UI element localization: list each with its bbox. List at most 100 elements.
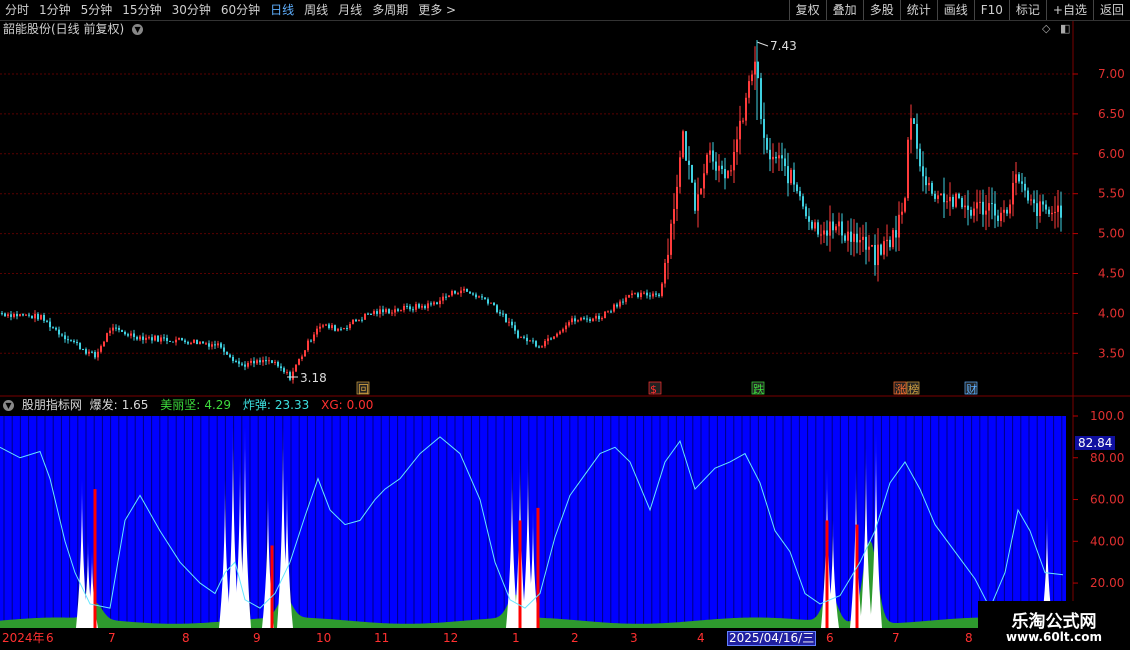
indicator-name: 股朋指标网	[21, 398, 82, 412]
candle-body	[961, 198, 963, 208]
candle-body	[145, 337, 147, 340]
candle-body	[1000, 212, 1002, 221]
candle-body	[862, 236, 864, 240]
candle-body	[169, 340, 171, 342]
candle-body	[124, 331, 126, 335]
candle-body	[226, 351, 228, 355]
stock-chart[interactable]: 7.43 3.18 回 $ 跌 涨榜 财 7.00 6.50 6.00 5.50 5.00 4.50…	[0, 0, 1130, 650]
candle-body	[469, 291, 471, 294]
candle-body	[451, 291, 453, 296]
candle-body	[166, 337, 168, 341]
candle-body	[598, 315, 600, 320]
candle-body	[394, 309, 396, 313]
candle-body	[1009, 204, 1011, 214]
candle-body	[952, 196, 954, 207]
chevron-down-icon[interactable]: ▼	[3, 400, 14, 411]
candle-body	[559, 331, 561, 334]
candle-body	[388, 309, 390, 314]
candle-body	[583, 317, 585, 319]
candle-body	[916, 123, 918, 149]
candle-body	[301, 356, 303, 360]
candle-body	[574, 318, 576, 322]
candle-body	[850, 231, 852, 242]
candle-body	[421, 305, 423, 308]
x-axis-label: 6	[826, 631, 834, 645]
candle-body	[772, 156, 774, 160]
candle-body	[700, 188, 702, 195]
candle-body	[853, 233, 855, 242]
xg-signal-bar	[270, 545, 274, 628]
candle-body	[973, 208, 975, 216]
candle-body	[10, 314, 12, 317]
candle-body	[46, 320, 48, 322]
candle-body	[703, 173, 705, 189]
candle-body	[295, 364, 297, 372]
candle-body	[838, 221, 840, 227]
candle-body	[949, 196, 951, 202]
candle-body	[286, 372, 288, 374]
x-axis-label: 8	[182, 631, 190, 645]
candle-body	[928, 182, 930, 186]
event-marker: 回	[358, 383, 369, 396]
candle-body	[370, 313, 372, 315]
indicator-meili: 美丽坚: 4.29	[160, 398, 232, 412]
candle-body	[631, 293, 633, 296]
candle-body	[529, 340, 531, 342]
candle-body	[592, 318, 594, 321]
candle-body	[1057, 205, 1059, 212]
candle-body	[568, 322, 570, 326]
candle-body	[508, 321, 510, 323]
candle-body	[142, 336, 144, 340]
candle-body	[268, 360, 270, 362]
candle-body	[139, 336, 141, 340]
price-tick-label: 4.00	[1098, 306, 1125, 320]
candle-body	[1027, 190, 1029, 201]
candle-body	[841, 221, 843, 236]
candle-body	[106, 333, 108, 342]
candle-body	[490, 302, 492, 304]
candle-body	[202, 341, 204, 344]
candle-body	[130, 333, 132, 336]
indicator-header: ▼ 股朋指标网 爆发: 1.65 美丽坚: 4.29 炸弹: 23.33 XG: 0.0…	[0, 397, 381, 414]
candle-body	[697, 194, 699, 211]
x-axis-label: 1	[512, 631, 520, 645]
candle-body	[175, 339, 177, 343]
candle-body	[244, 364, 246, 367]
candle-body	[610, 311, 612, 313]
candle-body	[325, 324, 327, 326]
candle-body	[436, 302, 438, 305]
candle-body	[235, 360, 237, 362]
candle-body	[682, 131, 684, 158]
xg-signal-bar	[518, 520, 522, 628]
candle-body	[121, 329, 123, 332]
candle-body	[358, 319, 360, 322]
candle-body	[913, 118, 915, 124]
candle-body	[424, 305, 426, 309]
event-marker: $	[650, 383, 657, 396]
candle-body	[724, 169, 726, 179]
candle-body	[532, 340, 534, 342]
candle-body	[748, 81, 750, 98]
candle-body	[76, 341, 78, 344]
candle-body	[499, 312, 501, 314]
candle-body	[85, 349, 87, 354]
candle-body	[706, 154, 708, 174]
price-tick-label: 6.00	[1098, 147, 1125, 161]
candle-body	[1030, 199, 1032, 201]
cursor-date-label: 2025/04/16/三	[727, 631, 817, 646]
candle-body	[589, 319, 591, 321]
candle-body	[535, 341, 537, 347]
candle-body	[997, 215, 999, 221]
candle-body	[349, 324, 351, 329]
candle-body	[811, 221, 813, 229]
candle-body	[745, 97, 747, 121]
candle-body	[1051, 212, 1053, 215]
indicator-bomb: 炸弹: 23.33	[242, 398, 310, 412]
candle-body	[736, 139, 738, 153]
candle-body	[742, 120, 744, 122]
candle-body	[454, 291, 456, 294]
candle-body	[67, 339, 69, 341]
candle-body	[199, 341, 201, 345]
candle-body	[232, 356, 234, 361]
candle-body	[526, 337, 528, 342]
